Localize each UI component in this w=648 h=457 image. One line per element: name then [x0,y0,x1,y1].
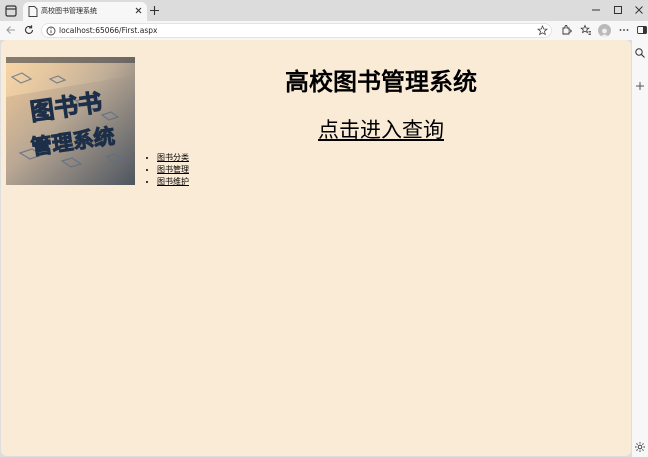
nav-link-maintenance[interactable]: 图书维护 [157,177,189,186]
favorites-icon[interactable] [580,24,592,36]
more-options-icon[interactable] [618,24,630,36]
tab-strip: 高校图书管理系统 [0,0,648,21]
nav-item-management: 图书管理 [157,164,189,176]
page-title: 高校图书管理系统 [285,68,477,96]
reload-icon[interactable] [23,24,35,36]
query-link[interactable]: 点击进入查询 [131,114,631,144]
settings-gear-icon[interactable] [634,441,646,453]
nav-link-category[interactable]: 图书分类 [157,153,189,162]
new-tab-icon[interactable] [149,5,160,16]
back-icon[interactable] [5,24,17,36]
nav-list: 图书分类 图书管理 图书维护 [147,152,189,188]
extensions-icon[interactable] [560,24,572,36]
query-link-text[interactable]: 点击进入查询 [318,118,444,142]
tab-title: 高校图书管理系统 [41,7,97,15]
add-icon[interactable] [634,80,646,92]
page-icon [28,6,38,17]
close-window-icon[interactable] [633,4,645,16]
search-icon[interactable] [634,47,646,59]
browser-toolbar: localhost:65066/First.aspx [0,21,648,40]
edge-sidebar [632,40,648,457]
library-logo-image: 图书书 管理系统 [6,57,135,185]
sidebar-toggle-icon[interactable] [636,24,648,36]
page-viewport: 图书书 管理系统 高校图书管理系统 点击进入查询 图书分类 图书管理 图书维护 [1,40,631,456]
favorite-star-icon[interactable] [537,25,548,36]
profile-avatar[interactable] [598,24,611,37]
profile-icon [600,28,609,37]
nav-item-maintenance: 图书维护 [157,176,189,188]
browser-tab[interactable]: 高校图书管理系统 [23,2,147,21]
site-info-icon[interactable] [46,26,56,36]
url-text[interactable]: localhost:65066/First.aspx [59,25,157,37]
maximize-icon[interactable] [612,4,624,16]
tab-actions-icon[interactable] [3,3,19,19]
close-tab-icon[interactable] [133,5,144,16]
minimize-icon[interactable] [590,4,602,16]
nav-item-category: 图书分类 [157,152,189,164]
address-bar[interactable]: localhost:65066/First.aspx [41,23,552,38]
nav-link-management[interactable]: 图书管理 [157,165,189,174]
